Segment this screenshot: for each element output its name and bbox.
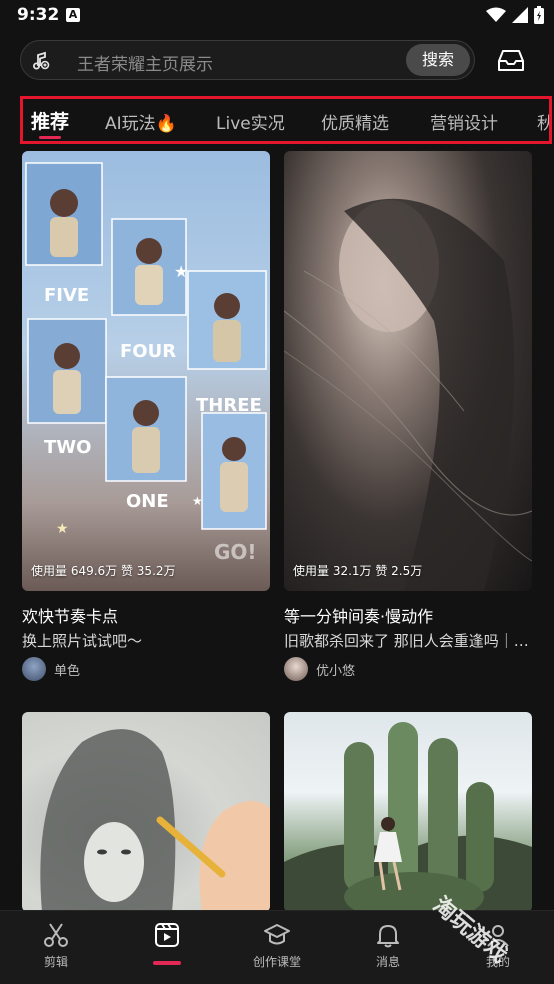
avatar — [22, 657, 46, 681]
template-thumbnail[interactable] — [284, 712, 532, 912]
overlay-one: ONE — [126, 491, 169, 512]
nav-label: 创作课堂 — [252, 955, 301, 969]
wifi-icon — [486, 7, 506, 22]
usage-stats: 使用量 649.6万 赞 35.2万 — [31, 564, 176, 578]
template-subtitle: 换上照片试试吧～ — [22, 632, 143, 650]
windblown-portrait-image — [284, 198, 532, 591]
sketch-portrait-image — [40, 729, 270, 912]
tab-autumn[interactable]: 秋 — [537, 109, 549, 134]
tab-live[interactable]: Live实况 — [216, 109, 285, 134]
template-thumbnail[interactable]: FIVE FOUR THREE TWO ONE GO! ★ ★ ★ 使用量 64… — [22, 151, 270, 591]
search-button[interactable]: 搜索 — [406, 44, 470, 76]
category-tabs: 推荐 AI玩法🔥 Live实况 优质精选 营销设计 秋 — [20, 96, 552, 144]
notification-a-icon: A — [66, 8, 80, 22]
search-placeholder: 王者荣耀主页展示 — [77, 55, 213, 75]
avatar — [284, 657, 308, 681]
overlay-two: TWO — [44, 437, 91, 458]
overlay-three: THREE — [196, 395, 262, 416]
overlay-four: FOUR — [120, 341, 176, 362]
template-title[interactable]: 欢快节奏卡点 — [22, 603, 118, 627]
nav-label: 消息 — [375, 955, 400, 969]
tab-recommend[interactable]: 推荐 — [31, 107, 69, 134]
svg-text:★: ★ — [192, 494, 203, 508]
template-author[interactable]: 优小悠 — [284, 657, 355, 681]
author-name: 单色 — [54, 663, 81, 679]
template-author[interactable]: 单色 — [22, 657, 80, 681]
active-tab-indicator — [39, 136, 61, 139]
nav-templates[interactable] — [127, 921, 207, 953]
nav-creator-class[interactable]: 创作课堂 — [237, 921, 317, 970]
usage-stats: 使用量 32.1万 赞 2.5万 — [293, 564, 423, 578]
tab-featured[interactable]: 优质精选 — [321, 109, 389, 134]
battery-icon — [534, 6, 544, 24]
nav-messages[interactable]: 消息 — [348, 921, 428, 970]
status-icons — [486, 6, 544, 24]
nav-label: 剪辑 — [43, 955, 68, 969]
status-bar: 9:32 A — [0, 0, 554, 32]
signal-icon — [512, 7, 528, 23]
template-thumbnail[interactable]: 使用量 32.1万 赞 2.5万 — [284, 151, 532, 591]
search-row: 王者荣耀主页展示 搜索 — [20, 40, 535, 80]
status-time: 9:32 — [17, 5, 60, 25]
scissors-icon — [44, 923, 68, 947]
tab-ai-play[interactable]: AI玩法🔥 — [105, 109, 177, 134]
bell-icon — [377, 925, 399, 948]
overlay-five: FIVE — [44, 285, 89, 306]
graduation-cap-icon — [264, 924, 290, 945]
template-title[interactable]: 等一分钟间奏·慢动作 — [284, 603, 433, 627]
svg-text:★: ★ — [56, 521, 69, 537]
svg-text:★: ★ — [174, 262, 188, 281]
template-subtitle: 旧歌都杀回来了 那旧人会重逢吗｜b... — [284, 632, 532, 650]
search-input[interactable]: 王者荣耀主页展示 搜索 — [20, 40, 475, 80]
template-icon — [155, 923, 179, 947]
active-nav-indicator — [153, 961, 181, 965]
inbox-icon[interactable] — [496, 45, 526, 75]
template-thumbnail[interactable] — [22, 712, 270, 912]
tab-marketing[interactable]: 营销设计 — [430, 109, 498, 134]
nav-edit[interactable]: 剪辑 — [16, 921, 96, 970]
music-note-icon[interactable] — [29, 49, 53, 73]
countdown-collage-image: FIVE FOUR THREE TWO ONE GO! ★ ★ ★ — [25, 162, 267, 564]
giant-hand-rock-image — [284, 722, 532, 912]
author-name: 优小悠 — [316, 663, 356, 679]
overlay-go: GO! — [214, 540, 257, 564]
